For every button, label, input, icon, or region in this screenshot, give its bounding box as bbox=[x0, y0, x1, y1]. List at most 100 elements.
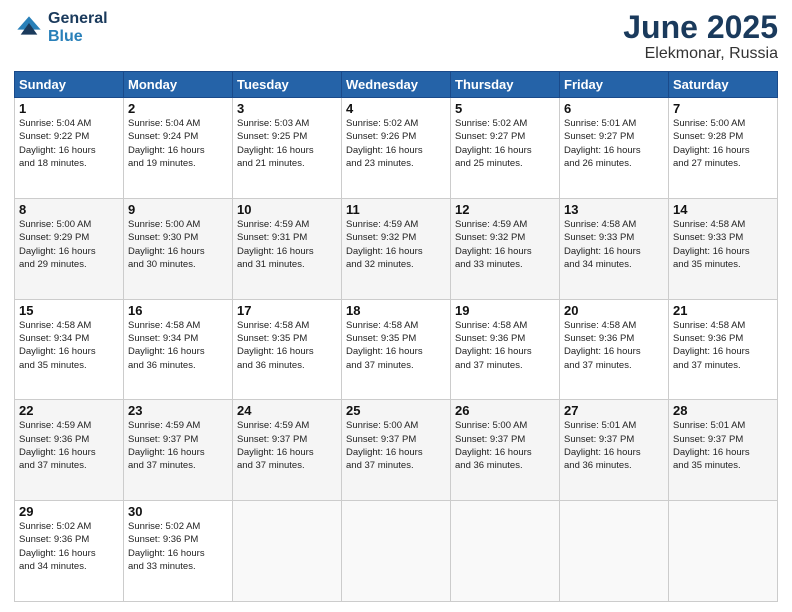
calendar-week-row: 15Sunrise: 4:58 AM Sunset: 9:34 PM Dayli… bbox=[15, 299, 778, 400]
day-number: 24 bbox=[237, 403, 337, 418]
calendar-cell bbox=[342, 501, 451, 602]
calendar-cell: 24Sunrise: 4:59 AM Sunset: 9:37 PM Dayli… bbox=[233, 400, 342, 501]
calendar-cell: 22Sunrise: 4:59 AM Sunset: 9:36 PM Dayli… bbox=[15, 400, 124, 501]
day-number: 29 bbox=[19, 504, 119, 519]
day-info: Sunrise: 4:58 AM Sunset: 9:34 PM Dayligh… bbox=[128, 319, 228, 372]
calendar-cell: 18Sunrise: 4:58 AM Sunset: 9:35 PM Dayli… bbox=[342, 299, 451, 400]
calendar-week-row: 1Sunrise: 5:04 AM Sunset: 9:22 PM Daylig… bbox=[15, 98, 778, 199]
day-number: 25 bbox=[346, 403, 446, 418]
calendar-cell: 8Sunrise: 5:00 AM Sunset: 9:29 PM Daylig… bbox=[15, 198, 124, 299]
day-info: Sunrise: 5:00 AM Sunset: 9:30 PM Dayligh… bbox=[128, 218, 228, 271]
day-number: 1 bbox=[19, 101, 119, 116]
day-number: 9 bbox=[128, 202, 228, 217]
calendar-cell: 29Sunrise: 5:02 AM Sunset: 9:36 PM Dayli… bbox=[15, 501, 124, 602]
title-block: June 2025 Elekmonar, Russia bbox=[623, 10, 778, 63]
day-info: Sunrise: 4:58 AM Sunset: 9:35 PM Dayligh… bbox=[237, 319, 337, 372]
day-number: 18 bbox=[346, 303, 446, 318]
day-number: 5 bbox=[455, 101, 555, 116]
day-info: Sunrise: 4:59 AM Sunset: 9:36 PM Dayligh… bbox=[19, 419, 119, 472]
calendar-cell: 17Sunrise: 4:58 AM Sunset: 9:35 PM Dayli… bbox=[233, 299, 342, 400]
day-info: Sunrise: 4:59 AM Sunset: 9:37 PM Dayligh… bbox=[128, 419, 228, 472]
day-info: Sunrise: 4:58 AM Sunset: 9:36 PM Dayligh… bbox=[564, 319, 664, 372]
day-info: Sunrise: 4:58 AM Sunset: 9:34 PM Dayligh… bbox=[19, 319, 119, 372]
calendar-cell: 15Sunrise: 4:58 AM Sunset: 9:34 PM Dayli… bbox=[15, 299, 124, 400]
calendar-cell: 30Sunrise: 5:02 AM Sunset: 9:36 PM Dayli… bbox=[124, 501, 233, 602]
page: General Blue June 2025 Elekmonar, Russia… bbox=[0, 0, 792, 612]
calendar-cell: 6Sunrise: 5:01 AM Sunset: 9:27 PM Daylig… bbox=[560, 98, 669, 199]
day-info: Sunrise: 5:01 AM Sunset: 9:27 PM Dayligh… bbox=[564, 117, 664, 170]
calendar-cell: 23Sunrise: 4:59 AM Sunset: 9:37 PM Dayli… bbox=[124, 400, 233, 501]
day-info: Sunrise: 5:02 AM Sunset: 9:36 PM Dayligh… bbox=[19, 520, 119, 573]
calendar-cell bbox=[560, 501, 669, 602]
logo-text: General Blue bbox=[48, 10, 108, 47]
day-number: 17 bbox=[237, 303, 337, 318]
day-info: Sunrise: 5:02 AM Sunset: 9:36 PM Dayligh… bbox=[128, 520, 228, 573]
calendar-cell bbox=[669, 501, 778, 602]
calendar-cell: 20Sunrise: 4:58 AM Sunset: 9:36 PM Dayli… bbox=[560, 299, 669, 400]
weekday-header-monday: Monday bbox=[124, 72, 233, 98]
day-info: Sunrise: 5:02 AM Sunset: 9:26 PM Dayligh… bbox=[346, 117, 446, 170]
day-number: 10 bbox=[237, 202, 337, 217]
weekday-header-saturday: Saturday bbox=[669, 72, 778, 98]
day-number: 22 bbox=[19, 403, 119, 418]
calendar-cell: 25Sunrise: 5:00 AM Sunset: 9:37 PM Dayli… bbox=[342, 400, 451, 501]
day-number: 28 bbox=[673, 403, 773, 418]
day-number: 11 bbox=[346, 202, 446, 217]
day-info: Sunrise: 5:01 AM Sunset: 9:37 PM Dayligh… bbox=[673, 419, 773, 472]
weekday-header-wednesday: Wednesday bbox=[342, 72, 451, 98]
day-info: Sunrise: 4:59 AM Sunset: 9:32 PM Dayligh… bbox=[455, 218, 555, 271]
day-info: Sunrise: 4:58 AM Sunset: 9:33 PM Dayligh… bbox=[673, 218, 773, 271]
day-info: Sunrise: 5:00 AM Sunset: 9:37 PM Dayligh… bbox=[455, 419, 555, 472]
calendar-cell: 7Sunrise: 5:00 AM Sunset: 9:28 PM Daylig… bbox=[669, 98, 778, 199]
weekday-header-tuesday: Tuesday bbox=[233, 72, 342, 98]
calendar-cell bbox=[451, 501, 560, 602]
day-info: Sunrise: 5:00 AM Sunset: 9:28 PM Dayligh… bbox=[673, 117, 773, 170]
main-title: June 2025 bbox=[623, 10, 778, 45]
day-info: Sunrise: 5:03 AM Sunset: 9:25 PM Dayligh… bbox=[237, 117, 337, 170]
day-number: 19 bbox=[455, 303, 555, 318]
calendar-cell: 12Sunrise: 4:59 AM Sunset: 9:32 PM Dayli… bbox=[451, 198, 560, 299]
calendar-cell: 16Sunrise: 4:58 AM Sunset: 9:34 PM Dayli… bbox=[124, 299, 233, 400]
day-info: Sunrise: 5:04 AM Sunset: 9:22 PM Dayligh… bbox=[19, 117, 119, 170]
weekday-header-sunday: Sunday bbox=[15, 72, 124, 98]
day-number: 27 bbox=[564, 403, 664, 418]
day-number: 26 bbox=[455, 403, 555, 418]
day-number: 21 bbox=[673, 303, 773, 318]
calendar-table: SundayMondayTuesdayWednesdayThursdayFrid… bbox=[14, 71, 778, 602]
day-number: 14 bbox=[673, 202, 773, 217]
day-number: 23 bbox=[128, 403, 228, 418]
calendar-cell: 13Sunrise: 4:58 AM Sunset: 9:33 PM Dayli… bbox=[560, 198, 669, 299]
calendar-cell: 14Sunrise: 4:58 AM Sunset: 9:33 PM Dayli… bbox=[669, 198, 778, 299]
day-info: Sunrise: 5:04 AM Sunset: 9:24 PM Dayligh… bbox=[128, 117, 228, 170]
logo-icon bbox=[14, 13, 44, 43]
weekday-header-friday: Friday bbox=[560, 72, 669, 98]
day-number: 6 bbox=[564, 101, 664, 116]
day-number: 7 bbox=[673, 101, 773, 116]
day-info: Sunrise: 4:58 AM Sunset: 9:36 PM Dayligh… bbox=[673, 319, 773, 372]
day-number: 30 bbox=[128, 504, 228, 519]
weekday-header-row: SundayMondayTuesdayWednesdayThursdayFrid… bbox=[15, 72, 778, 98]
day-number: 2 bbox=[128, 101, 228, 116]
day-info: Sunrise: 4:59 AM Sunset: 9:31 PM Dayligh… bbox=[237, 218, 337, 271]
day-number: 13 bbox=[564, 202, 664, 217]
calendar-cell: 3Sunrise: 5:03 AM Sunset: 9:25 PM Daylig… bbox=[233, 98, 342, 199]
day-info: Sunrise: 4:59 AM Sunset: 9:32 PM Dayligh… bbox=[346, 218, 446, 271]
calendar-cell bbox=[233, 501, 342, 602]
day-info: Sunrise: 5:00 AM Sunset: 9:37 PM Dayligh… bbox=[346, 419, 446, 472]
day-info: Sunrise: 5:02 AM Sunset: 9:27 PM Dayligh… bbox=[455, 117, 555, 170]
subtitle: Elekmonar, Russia bbox=[623, 45, 778, 63]
calendar-cell: 28Sunrise: 5:01 AM Sunset: 9:37 PM Dayli… bbox=[669, 400, 778, 501]
day-number: 16 bbox=[128, 303, 228, 318]
day-info: Sunrise: 5:00 AM Sunset: 9:29 PM Dayligh… bbox=[19, 218, 119, 271]
weekday-header-thursday: Thursday bbox=[451, 72, 560, 98]
day-number: 8 bbox=[19, 202, 119, 217]
logo: General Blue bbox=[14, 10, 108, 47]
calendar-week-row: 29Sunrise: 5:02 AM Sunset: 9:36 PM Dayli… bbox=[15, 501, 778, 602]
day-number: 15 bbox=[19, 303, 119, 318]
calendar-cell: 1Sunrise: 5:04 AM Sunset: 9:22 PM Daylig… bbox=[15, 98, 124, 199]
calendar-cell: 11Sunrise: 4:59 AM Sunset: 9:32 PM Dayli… bbox=[342, 198, 451, 299]
calendar-cell: 5Sunrise: 5:02 AM Sunset: 9:27 PM Daylig… bbox=[451, 98, 560, 199]
day-info: Sunrise: 4:59 AM Sunset: 9:37 PM Dayligh… bbox=[237, 419, 337, 472]
day-number: 20 bbox=[564, 303, 664, 318]
day-info: Sunrise: 4:58 AM Sunset: 9:35 PM Dayligh… bbox=[346, 319, 446, 372]
